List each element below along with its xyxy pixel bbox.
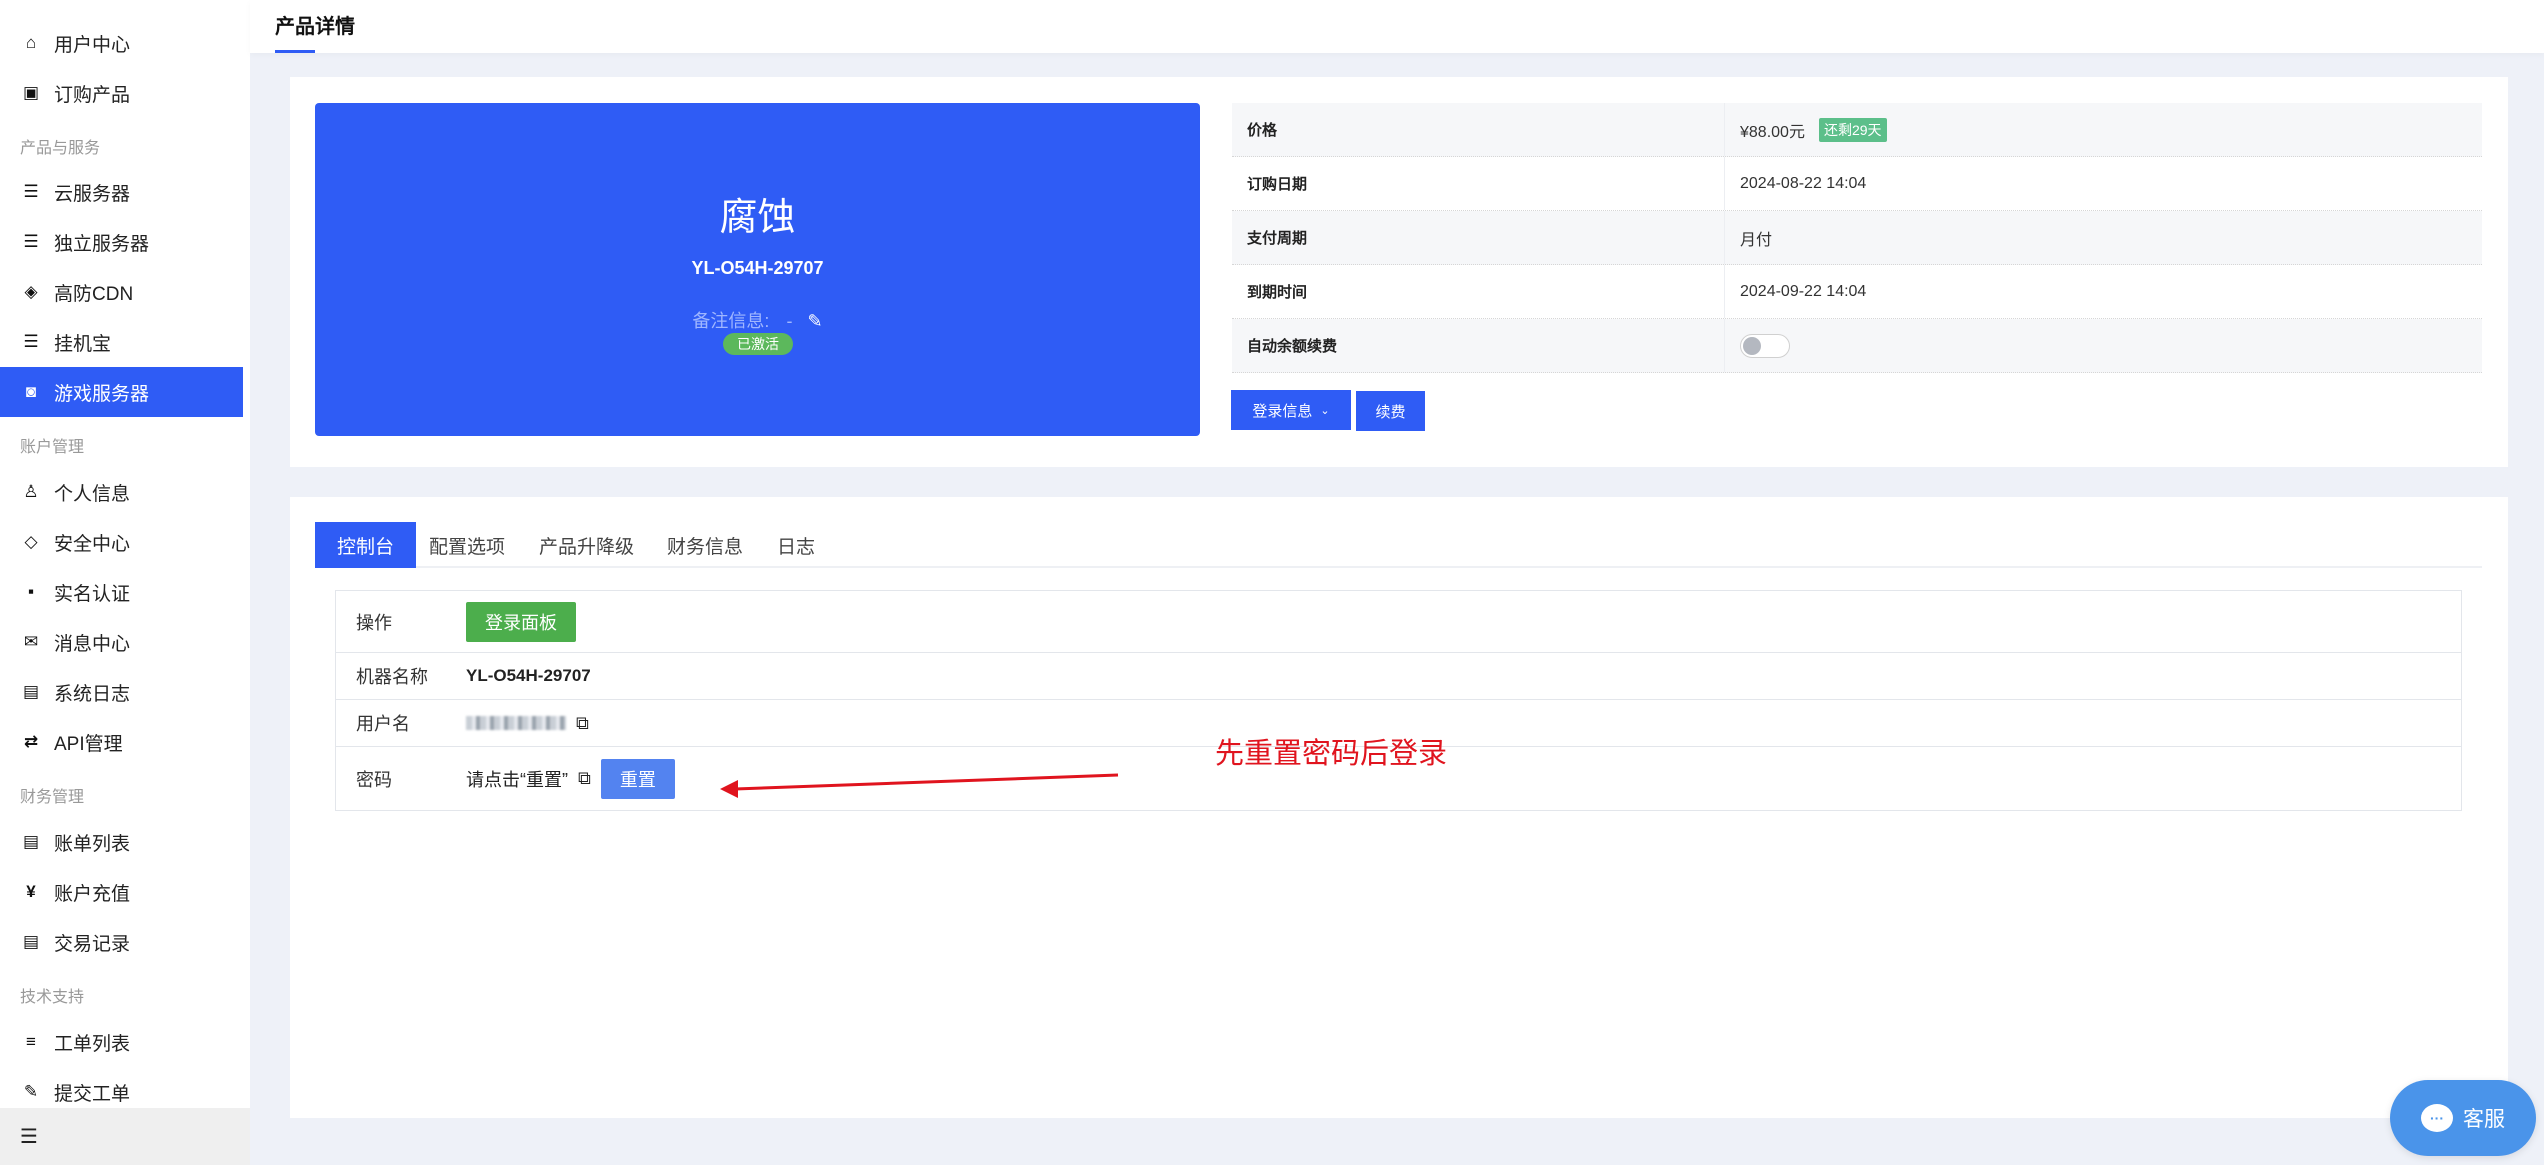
customer-service-label: 客服 [2463,1108,2505,1131]
annotation-arrow [720,773,1119,798]
customer-service-button[interactable]: ··· 客服 [2390,1080,2536,1156]
chat-bubble-icon: ··· [2421,1104,2453,1132]
